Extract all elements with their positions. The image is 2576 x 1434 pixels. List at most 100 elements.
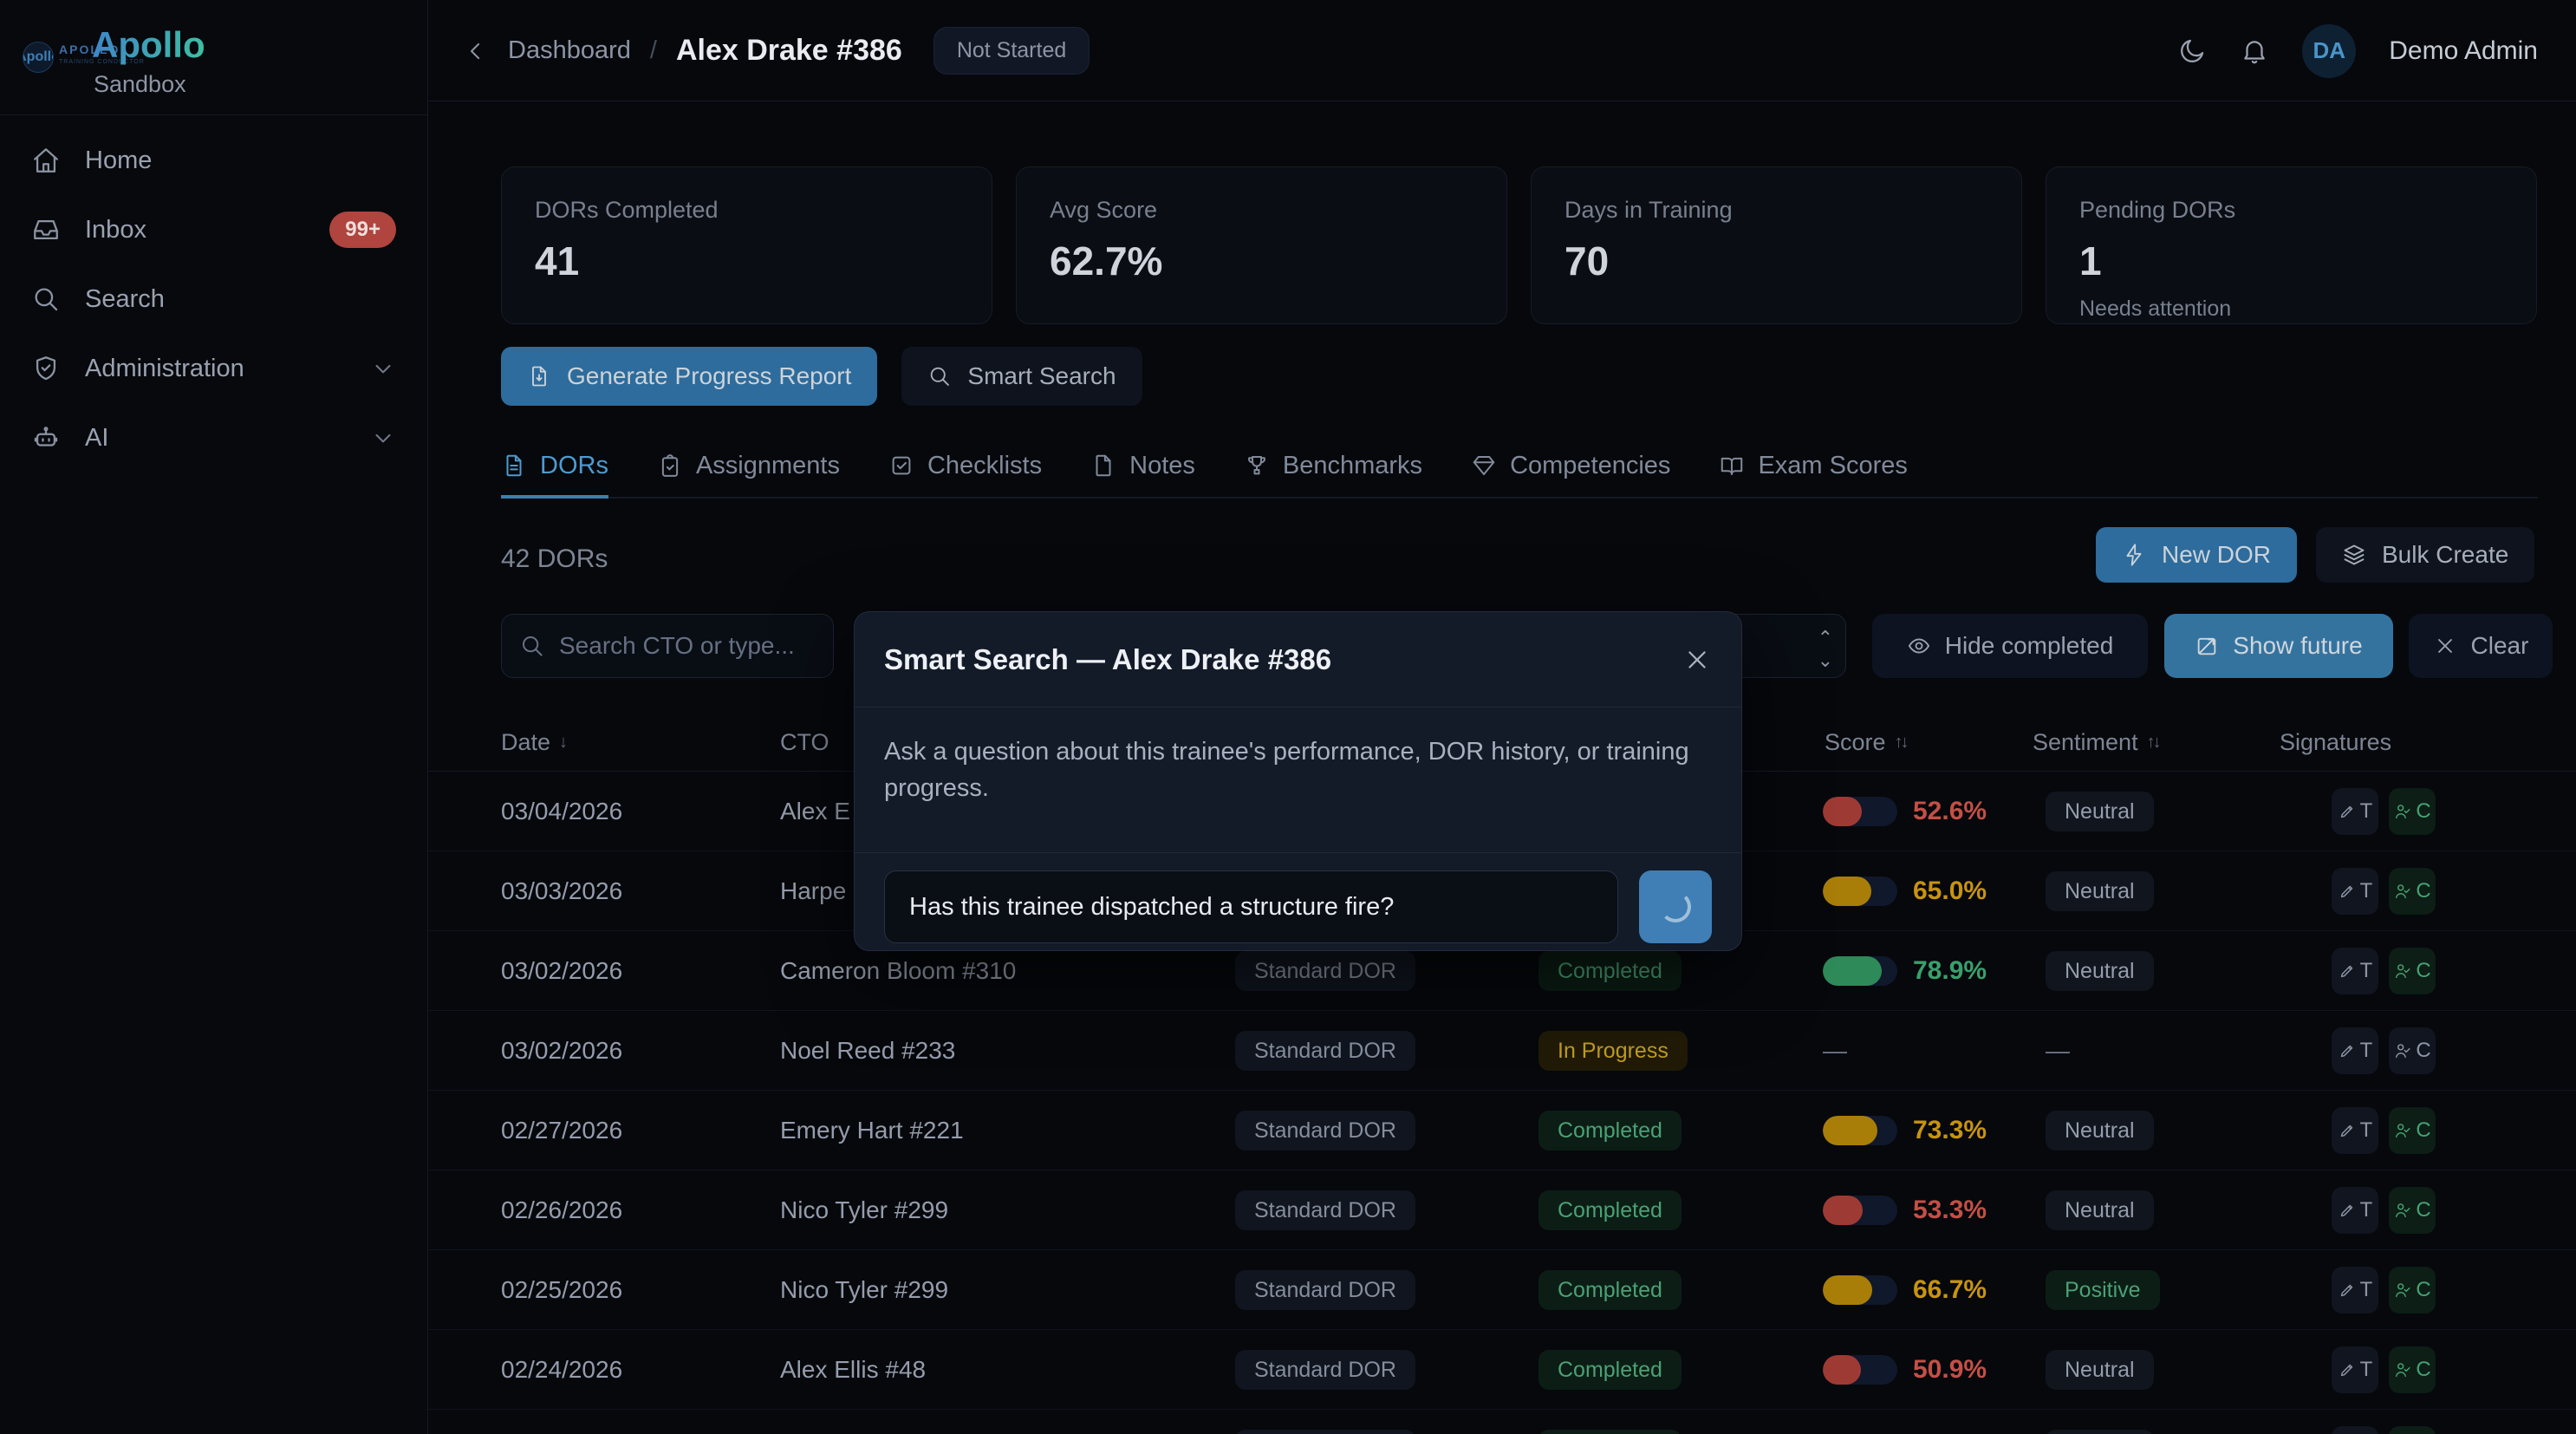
sidebar-item-administration[interactable]: Administration	[0, 334, 427, 403]
clipboard-icon	[657, 453, 683, 479]
cto-signature-badge[interactable]: C	[2389, 788, 2436, 835]
column-header-cto: CTO	[780, 713, 829, 772]
cell-cto: Noel Reed #233	[780, 1011, 955, 1091]
cto-signature-badge[interactable]: C	[2389, 1187, 2436, 1234]
cell-status: Completed	[1538, 1170, 1682, 1250]
submit-question-button[interactable]	[1639, 870, 1712, 943]
column-header-date[interactable]: Date↓	[501, 713, 565, 772]
smart-search-modal: Smart Search — Alex Drake #386 Ask a que…	[854, 611, 1742, 951]
cell-sentiment: Positive	[2046, 1250, 2160, 1330]
cell-date: 02/26/2026	[501, 1170, 622, 1250]
score-bar	[1823, 956, 1897, 986]
breadcrumb: Dashboard / Alex Drake #386 Not Started	[463, 0, 1090, 101]
trainee-signature-badge[interactable]: T	[2332, 788, 2378, 835]
main-area: Dashboard / Alex Drake #386 Not Started …	[428, 0, 2576, 1434]
generate-progress-report-button[interactable]: Generate Progress Report	[501, 347, 877, 406]
cto-signature-badge[interactable]: C	[2389, 1107, 2436, 1154]
cell-type: Standard DOR	[1235, 1091, 1415, 1170]
status-badge: Completed	[1538, 1270, 1682, 1310]
sidebar-item-home[interactable]: Home	[0, 126, 427, 195]
tab-exam-scores[interactable]: Exam Scores	[1719, 436, 1907, 499]
sidebar-item-inbox[interactable]: Inbox 99+	[0, 195, 427, 264]
user-name[interactable]: Demo Admin	[2389, 36, 2538, 66]
cell-sentiment: Neutral	[2046, 772, 2154, 851]
sentiment-badge: Positive	[2046, 1270, 2160, 1310]
tab-label: Checklists	[927, 452, 1042, 480]
gem-icon	[1471, 453, 1497, 479]
layers-icon	[2342, 543, 2366, 567]
search-icon	[31, 284, 61, 314]
tab-dors[interactable]: DORs	[501, 436, 608, 499]
theme-moon-icon[interactable]	[2177, 36, 2207, 66]
tab-label: Competencies	[1510, 452, 1670, 480]
tab-checklists[interactable]: Checklists	[888, 436, 1042, 499]
sidebar-item-search[interactable]: Search	[0, 264, 427, 334]
score-bar	[1823, 1196, 1897, 1225]
tab-benchmarks[interactable]: Benchmarks	[1244, 436, 1422, 499]
trainee-signature-badge[interactable]: T	[2332, 1426, 2378, 1434]
cto-signature-badge[interactable]: C	[2389, 1426, 2436, 1434]
cto-signature-badge[interactable]: C	[2389, 1027, 2436, 1074]
stat-value: 70	[1564, 238, 1988, 284]
modal-description: Ask a question about this trainee's perf…	[884, 733, 1708, 806]
column-header-score[interactable]: Score↑↓	[1825, 713, 1907, 772]
cell-sentiment: Neutral	[2046, 931, 2154, 1011]
trainee-signature-badge[interactable]: T	[2332, 1346, 2378, 1393]
cto-search-input[interactable]	[559, 632, 816, 660]
new-dor-label: New DOR	[2162, 541, 2271, 569]
modal-close-icon[interactable]	[1682, 645, 1712, 675]
new-dor-button[interactable]: New DOR	[2096, 527, 2297, 583]
cell-date: 03/03/2026	[501, 851, 622, 931]
bulk-create-button[interactable]: Bulk Create	[2316, 527, 2534, 583]
score-bar	[1823, 1116, 1897, 1145]
stat-label: Days in Training	[1564, 197, 1988, 224]
trainee-signature-badge[interactable]: T	[2332, 868, 2378, 915]
clear-filters-button[interactable]: Clear	[2409, 614, 2553, 678]
table-row[interactable]: 02/27/2026 Emery Hart #221 Standard DOR …	[428, 1091, 2576, 1170]
tab-assignments[interactable]: Assignments	[657, 436, 840, 499]
table-row[interactable]: 02/23/2026 Quinn Frost #277 Standard DOR…	[428, 1410, 2576, 1434]
cto-signature-badge[interactable]: C	[2389, 1346, 2436, 1393]
stat-card: Pending DORs 1 Needs attention	[2046, 166, 2537, 324]
score-value: 52.6%	[1913, 797, 1987, 826]
table-row[interactable]: 02/24/2026 Alex Ellis #48 Standard DOR C…	[428, 1330, 2576, 1410]
cell-sentiment: Neutral	[2046, 851, 2154, 931]
table-row[interactable]: 03/02/2026 Noel Reed #233 Standard DOR I…	[428, 1011, 2576, 1091]
table-row[interactable]: 02/25/2026 Nico Tyler #299 Standard DOR …	[428, 1250, 2576, 1330]
smart-search-button[interactable]: Smart Search	[901, 347, 1142, 406]
trainee-signature-badge[interactable]: T	[2332, 1027, 2378, 1074]
inbox-icon	[31, 215, 61, 244]
trainee-signature-badge[interactable]: T	[2332, 1267, 2378, 1313]
check-square-icon	[888, 453, 914, 479]
sentiment-badge: Neutral	[2046, 792, 2154, 831]
cell-signatures: T C	[2332, 931, 2436, 1011]
trainee-signature-badge[interactable]: T	[2332, 948, 2378, 994]
notifications-bell-icon[interactable]	[2240, 36, 2269, 66]
cto-signature-badge[interactable]: C	[2389, 948, 2436, 994]
sort-both-icon: ↑↓	[1895, 733, 1907, 753]
table-row[interactable]: 02/26/2026 Nico Tyler #299 Standard DOR …	[428, 1170, 2576, 1250]
tab-label: DORs	[540, 452, 608, 480]
question-input[interactable]	[884, 870, 1618, 943]
trainee-signature-badge[interactable]: T	[2332, 1107, 2378, 1154]
page-title: Alex Drake #386	[676, 34, 902, 68]
tab-competencies[interactable]: Competencies	[1471, 436, 1670, 499]
hide-completed-button[interactable]: Hide completed	[1872, 614, 2148, 678]
lightning-icon	[2122, 543, 2146, 567]
cell-signatures: T C	[2332, 851, 2436, 931]
sidebar-item-ai[interactable]: AI	[0, 403, 427, 473]
tab-notes[interactable]: Notes	[1090, 436, 1195, 499]
modal-body: Ask a question about this trainee's perf…	[855, 707, 1741, 853]
back-chevron-icon[interactable]	[463, 38, 489, 64]
cto-signature-badge[interactable]: C	[2389, 1267, 2436, 1313]
breadcrumb-dashboard[interactable]: Dashboard	[508, 36, 631, 65]
tab-bar: DORs Assignments Checklists Notes Benchm…	[501, 436, 2538, 499]
show-future-button[interactable]: Show future	[2164, 614, 2393, 678]
column-header-sentiment[interactable]: Sentiment↑↓	[2033, 713, 2159, 772]
trainee-signature-badge[interactable]: T	[2332, 1187, 2378, 1234]
status-badge: Completed	[1538, 1190, 1682, 1230]
person-check-icon	[2393, 882, 2412, 901]
user-avatar[interactable]: DA	[2302, 24, 2356, 78]
type-badge: Standard DOR	[1235, 1350, 1415, 1390]
cto-signature-badge[interactable]: C	[2389, 868, 2436, 915]
